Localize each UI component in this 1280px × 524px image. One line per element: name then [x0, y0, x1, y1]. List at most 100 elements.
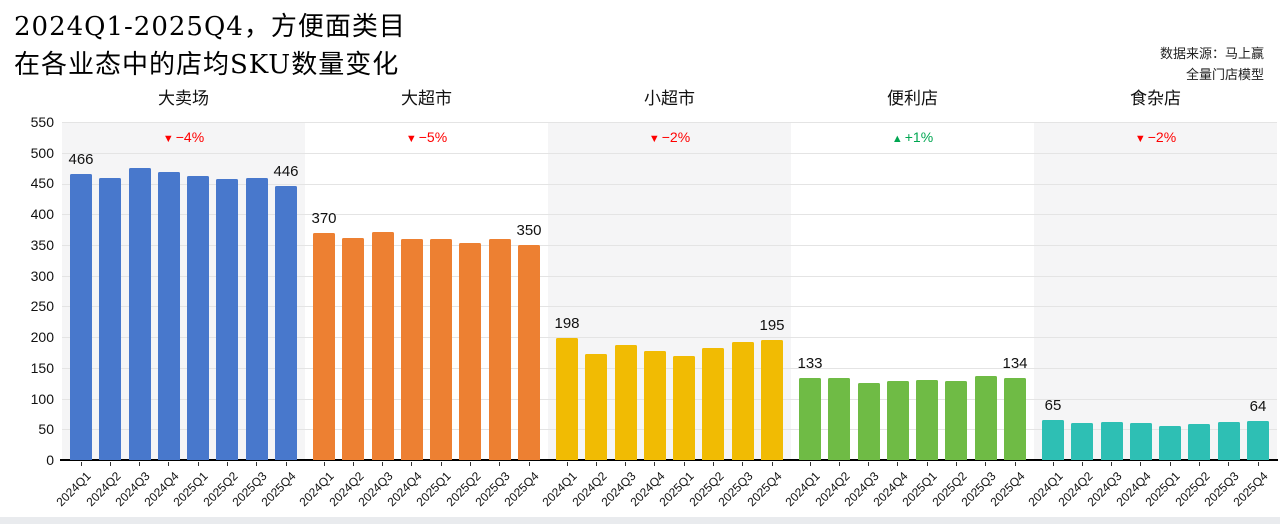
y-tick-value: 300 [0, 266, 54, 286]
value-label: 446 [273, 163, 298, 180]
bar [70, 174, 92, 460]
panel-header-row: 大卖场大超市小超市便利店食杂店 [62, 84, 1277, 109]
y-tick-value: 450 [0, 173, 54, 193]
x-tick-mark [198, 462, 199, 466]
trend-down-icon: ▼ [163, 133, 174, 145]
x-tick-mark [868, 462, 869, 466]
chart-title-line1: 2024Q1-2025Q4，方便面类目 [14, 8, 406, 46]
bar [615, 345, 637, 460]
x-tick-mark [353, 462, 354, 466]
chart-panel: ▼−2%2024Q12024Q22024Q32024Q42025Q12025Q2… [548, 122, 791, 460]
bar [916, 380, 938, 460]
trend-down-icon: ▼ [406, 133, 417, 145]
value-label: 350 [516, 222, 541, 239]
bar [1188, 424, 1210, 460]
gridline [62, 399, 1277, 400]
trend-badge: ▼−4% [62, 129, 305, 145]
trend-down-icon: ▼ [1135, 133, 1146, 145]
panel-header: 小超市 [548, 84, 791, 109]
trend-label: −5% [419, 129, 447, 145]
y-tick-value: 0 [0, 450, 54, 470]
trend-label: +1% [905, 129, 933, 145]
bar [1247, 421, 1269, 460]
bar [1004, 378, 1026, 460]
bar [585, 354, 607, 460]
chart-title-line2: 在各业态中的店均SKU数量变化 [14, 46, 406, 84]
bar [828, 378, 850, 460]
bar [975, 376, 997, 460]
panel-header: 大超市 [305, 84, 548, 109]
value-label: 466 [68, 151, 93, 168]
chart-panel: ▲+1%2024Q12024Q22024Q32024Q42025Q12025Q2… [791, 122, 1034, 460]
x-tick-mark [742, 462, 743, 466]
bar [1130, 423, 1152, 460]
gridline [62, 153, 1277, 154]
bar [1042, 420, 1064, 460]
x-tick-mark [411, 462, 412, 466]
y-tick-value: 350 [0, 235, 54, 255]
page: 2024Q1-2025Q4，方便面类目 在各业态中的店均SKU数量变化 数据来源… [0, 0, 1280, 524]
x-tick-mark [625, 462, 626, 466]
bar [732, 342, 754, 460]
value-label: 195 [759, 317, 784, 334]
x-tick-mark [256, 462, 257, 466]
y-tick-value: 400 [0, 204, 54, 224]
chart-panel: ▼−2%2024Q12024Q22024Q32024Q42025Q12025Q2… [1034, 122, 1277, 460]
chart-title: 2024Q1-2025Q4，方便面类目 在各业态中的店均SKU数量变化 [14, 8, 406, 84]
bar [1159, 426, 1181, 460]
bar [1218, 422, 1240, 460]
bar [158, 172, 180, 460]
value-label: 64 [1250, 398, 1267, 415]
bar [945, 381, 967, 460]
chart-panel: ▼−5%2024Q12024Q22024Q32024Q42025Q12025Q2… [305, 122, 548, 460]
bar [702, 348, 724, 460]
bar [799, 378, 821, 460]
gridline [62, 276, 1277, 277]
chart-panel: ▼−4%2024Q12024Q22024Q32024Q42025Q12025Q2… [62, 122, 305, 460]
bar [761, 340, 783, 460]
y-tick-value: 250 [0, 296, 54, 316]
gridline [62, 184, 1277, 185]
data-source-line2: 全量门店模型 [1160, 65, 1264, 86]
bar [887, 381, 909, 460]
x-tick-mark [810, 462, 811, 466]
gridline [62, 368, 1277, 369]
y-tick-value: 50 [0, 419, 54, 439]
x-tick-mark [839, 462, 840, 466]
trend-label: −4% [176, 129, 204, 145]
x-tick-mark [1053, 462, 1054, 466]
x-tick-mark [684, 462, 685, 466]
x-tick-mark [382, 462, 383, 466]
value-label: 134 [1002, 355, 1027, 372]
x-tick-mark [927, 462, 928, 466]
x-tick-mark [227, 462, 228, 466]
trend-up-icon: ▲ [892, 133, 903, 145]
trend-badge: ▼−2% [548, 129, 791, 145]
x-tick-mark [470, 462, 471, 466]
y-tick-value: 100 [0, 389, 54, 409]
bar [459, 243, 481, 460]
bar [644, 351, 666, 460]
value-label: 198 [554, 315, 579, 332]
x-tick-mark [168, 462, 169, 466]
x-tick-mark [529, 462, 530, 466]
bar [372, 232, 394, 460]
gridline [62, 306, 1277, 307]
x-tick-mark [441, 462, 442, 466]
data-source-note: 数据来源：马上赢 全量门店模型 [1160, 44, 1264, 86]
value-label: 370 [311, 210, 336, 227]
x-tick-mark [985, 462, 986, 466]
x-tick-mark [1082, 462, 1083, 466]
trend-label: −2% [1148, 129, 1176, 145]
trend-badge: ▼−5% [305, 129, 548, 145]
bar [858, 383, 880, 460]
bar [246, 178, 268, 460]
x-tick-mark [1111, 462, 1112, 466]
bottom-edge-strip [0, 517, 1280, 524]
x-tick-mark [1140, 462, 1141, 466]
bar [1071, 423, 1093, 461]
gridline [62, 245, 1277, 246]
trend-badge: ▲+1% [791, 129, 1034, 145]
x-tick-mark [1228, 462, 1229, 466]
trend-down-icon: ▼ [649, 133, 660, 145]
